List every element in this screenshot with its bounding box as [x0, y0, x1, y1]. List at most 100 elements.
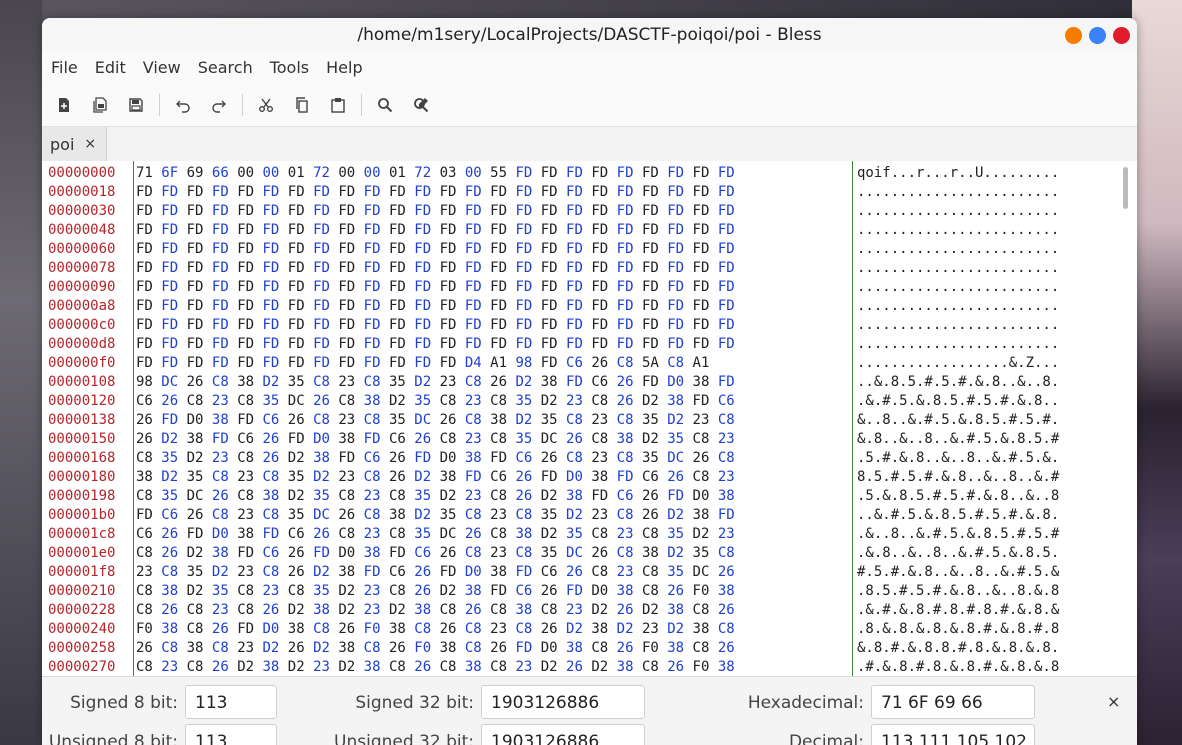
offset-cell: 00000228 — [48, 602, 116, 618]
hex-row[interactable]: 26 FD D0 38 FD C6 26 C8 23 C8 35 DC 26 C… — [136, 411, 735, 430]
hex-editor-view[interactable]: 00000000 00000018 00000030 00000048 00000060… — [42, 161, 1137, 676]
ascii-row[interactable]: .&.#.&.8.#.8.#.8.#.&.8.& — [857, 601, 1059, 620]
find-replace-icon[interactable] — [410, 94, 432, 116]
ascii-row[interactable]: ........................ — [857, 335, 1059, 354]
signed32-label: Signed 32 bit: — [355, 693, 474, 713]
cut-icon[interactable] — [255, 94, 277, 116]
hex-row[interactable]: FD FD FD FD FD FD FD FD FD FD FD FD FD F… — [136, 259, 735, 278]
unsigned32-field[interactable]: 1903126886 — [481, 724, 645, 745]
offset-cell: 00000018 — [48, 184, 116, 200]
ascii-row[interactable]: ........................ — [857, 297, 1059, 316]
offset-separator — [133, 161, 134, 676]
offset-cell: 00000000 — [48, 165, 116, 181]
unsigned8-label: Unsigned 8 bit: — [48, 732, 178, 745]
ascii-row[interactable]: .8.5.#.5.#.&.8..&..8.&.8 — [857, 582, 1059, 601]
hex-row[interactable]: FD FD FD FD FD FD FD FD FD FD FD FD FD F… — [136, 297, 735, 316]
toolbar-separator — [361, 94, 362, 116]
ascii-row[interactable]: .8.&.8.&.8.&.8.#.&.8.#.8 — [857, 620, 1059, 639]
offset-cell: 00000270 — [48, 659, 116, 675]
ascii-row[interactable]: ..&.#.5.&.8.5.#.5.#.&.8. — [857, 506, 1059, 525]
hex-row[interactable]: FD FD FD FD FD FD FD FD FD FD FD FD FD F… — [136, 202, 735, 221]
desktop-background-left — [0, 0, 42, 745]
hex-row[interactable]: FD FD FD FD FD FD FD FD FD FD FD FD FD F… — [136, 278, 735, 297]
hex-row[interactable]: C8 23 C8 26 D2 38 D2 23 D2 38 C8 26 C8 3… — [136, 658, 735, 676]
ascii-row[interactable]: &.8.#.&.8.8.#.8.&.8.&.8. — [857, 639, 1059, 658]
hex-row[interactable]: 26 D2 38 FD C6 26 FD D0 38 FD C6 26 C8 2… — [136, 430, 735, 449]
ascii-row[interactable]: #.5.#.&.8..&..8..&.#.5.& — [857, 563, 1059, 582]
hex-row[interactable]: FD FD FD FD FD FD FD FD FD FD FD FD FD F… — [136, 221, 735, 240]
hex-row[interactable]: FD FD FD FD FD FD FD FD FD FD FD FD FD F… — [136, 240, 735, 259]
unsigned8-field[interactable]: 113 — [185, 724, 277, 745]
open-file-icon[interactable] — [89, 94, 111, 116]
hex-row[interactable]: F0 38 C8 26 FD D0 38 C8 26 F0 38 C8 26 C… — [136, 620, 735, 639]
hexadecimal-field[interactable]: 71 6F 69 66 — [871, 685, 1035, 719]
maximize-button[interactable] — [1089, 27, 1106, 44]
ascii-row[interactable]: ........................ — [857, 202, 1059, 221]
menu-help[interactable]: Help — [318, 58, 370, 77]
ascii-row[interactable]: 8.5.#.5.#.&.8..&..8..&.# — [857, 468, 1059, 487]
hex-row[interactable]: FD FD FD FD FD FD FD FD FD FD FD FD FD F… — [136, 183, 735, 202]
signed32-field[interactable]: 1903126886 — [481, 685, 645, 719]
bless-window: /home/m1sery/LocalProjects/DASCTF-poiqoi… — [42, 18, 1137, 745]
menu-view[interactable]: View — [135, 58, 189, 77]
save-icon[interactable] — [125, 94, 147, 116]
menu-search[interactable]: Search — [190, 58, 261, 77]
ascii-row[interactable]: .&.#.5.&.8.5.#.5.#.&.8.. — [857, 392, 1059, 411]
hex-row[interactable]: C8 26 D2 38 FD C6 26 FD D0 38 FD C6 26 C… — [136, 544, 735, 563]
close-panel-icon[interactable]: × — [1107, 692, 1120, 711]
hex-row[interactable]: FD FD FD FD FD FD FD FD FD FD FD FD FD D… — [136, 354, 735, 373]
offset-cell: 00000180 — [48, 469, 116, 485]
search-icon[interactable] — [374, 94, 396, 116]
ascii-row[interactable]: .&..8..&.#.5.&.8.5.#.5.# — [857, 525, 1059, 544]
ascii-row[interactable]: ..................&.Z... — [857, 354, 1059, 373]
ascii-row[interactable]: ........................ — [857, 183, 1059, 202]
hex-row[interactable]: C8 38 D2 35 C8 23 C8 35 D2 23 C8 26 D2 3… — [136, 582, 735, 601]
ascii-row[interactable]: ........................ — [857, 278, 1059, 297]
ascii-row[interactable]: .5.&.8.5.#.5.#.&.8..&..8 — [857, 487, 1059, 506]
ascii-row[interactable]: .#.&.8.#.8.&.8.#.&.8.&.8 — [857, 658, 1059, 676]
close-tab-icon[interactable]: × — [84, 136, 96, 152]
minimize-button[interactable] — [1065, 27, 1082, 44]
undo-icon[interactable] — [172, 94, 194, 116]
ascii-column[interactable]: qoif...r...r..U.........................… — [857, 164, 1059, 676]
ascii-row[interactable]: ..&.8.5.#.5.#.&.8..&..8. — [857, 373, 1059, 392]
ascii-row[interactable]: ........................ — [857, 221, 1059, 240]
hex-row[interactable]: 98 DC 26 C8 38 D2 35 C8 23 C8 35 D2 23 C… — [136, 373, 735, 392]
redo-icon[interactable] — [208, 94, 230, 116]
hex-row[interactable]: FD FD FD FD FD FD FD FD FD FD FD FD FD F… — [136, 316, 735, 335]
hex-row[interactable]: 23 C8 35 D2 23 C8 26 D2 38 FD C6 26 FD D… — [136, 563, 735, 582]
ascii-row[interactable]: ........................ — [857, 316, 1059, 335]
hex-row[interactable]: FD FD FD FD FD FD FD FD FD FD FD FD FD F… — [136, 335, 735, 354]
hex-row[interactable]: C8 35 D2 23 C8 26 D2 38 FD C6 26 FD D0 3… — [136, 449, 735, 468]
hex-row[interactable]: FD C6 26 C8 23 C8 35 DC 26 C8 38 D2 35 C… — [136, 506, 735, 525]
hex-bytes-column[interactable]: 71 6F 69 66 00 00 01 72 00 00 01 72 03 0… — [136, 164, 735, 676]
signed8-field[interactable]: 113 — [185, 685, 277, 719]
ascii-row[interactable]: .5.#.&.8..&..8..&.#.5.&. — [857, 449, 1059, 468]
ascii-row[interactable]: .&.8..&..8..&.#.5.&.8.5. — [857, 544, 1059, 563]
ascii-row[interactable]: &..8..&.#.5.&.8.5.#.5.#. — [857, 411, 1059, 430]
vertical-scrollbar[interactable] — [1123, 167, 1128, 209]
hex-row[interactable]: 26 C8 38 C8 23 D2 26 D2 38 C8 26 F0 38 C… — [136, 639, 735, 658]
ascii-row[interactable]: qoif...r...r..U......... — [857, 164, 1059, 183]
hex-row[interactable]: C6 26 FD D0 38 FD C6 26 C8 23 C8 35 DC 2… — [136, 525, 735, 544]
copy-icon[interactable] — [291, 94, 313, 116]
ascii-row[interactable]: &.8..&..8..&.#.5.&.8.5.# — [857, 430, 1059, 449]
menu-file[interactable]: File — [43, 58, 86, 77]
title-bar[interactable]: /home/m1sery/LocalProjects/DASCTF-poiqoi… — [42, 18, 1137, 52]
tab-poi[interactable]: poi × — [42, 127, 107, 161]
toolbar — [42, 84, 1137, 127]
close-window-button[interactable] — [1113, 27, 1130, 44]
ascii-row[interactable]: ........................ — [857, 240, 1059, 259]
menu-tools[interactable]: Tools — [262, 58, 317, 77]
hex-row[interactable]: 38 D2 35 C8 23 C8 35 D2 23 C8 26 D2 38 F… — [136, 468, 735, 487]
hex-row[interactable]: C6 26 C8 23 C8 35 DC 26 C8 38 D2 35 C8 2… — [136, 392, 735, 411]
tab-label: poi — [50, 134, 75, 154]
decimal-field[interactable]: 113 111 105 102 — [871, 724, 1035, 745]
new-file-icon[interactable] — [53, 94, 75, 116]
menu-edit[interactable]: Edit — [87, 58, 134, 77]
hex-row[interactable]: 71 6F 69 66 00 00 01 72 00 00 01 72 03 0… — [136, 164, 735, 183]
hex-row[interactable]: C8 35 DC 26 C8 38 D2 35 C8 23 C8 35 D2 2… — [136, 487, 735, 506]
paste-icon[interactable] — [327, 94, 349, 116]
hex-row[interactable]: C8 26 C8 23 C8 26 D2 38 D2 23 D2 38 C8 2… — [136, 601, 735, 620]
ascii-row[interactable]: ........................ — [857, 259, 1059, 278]
